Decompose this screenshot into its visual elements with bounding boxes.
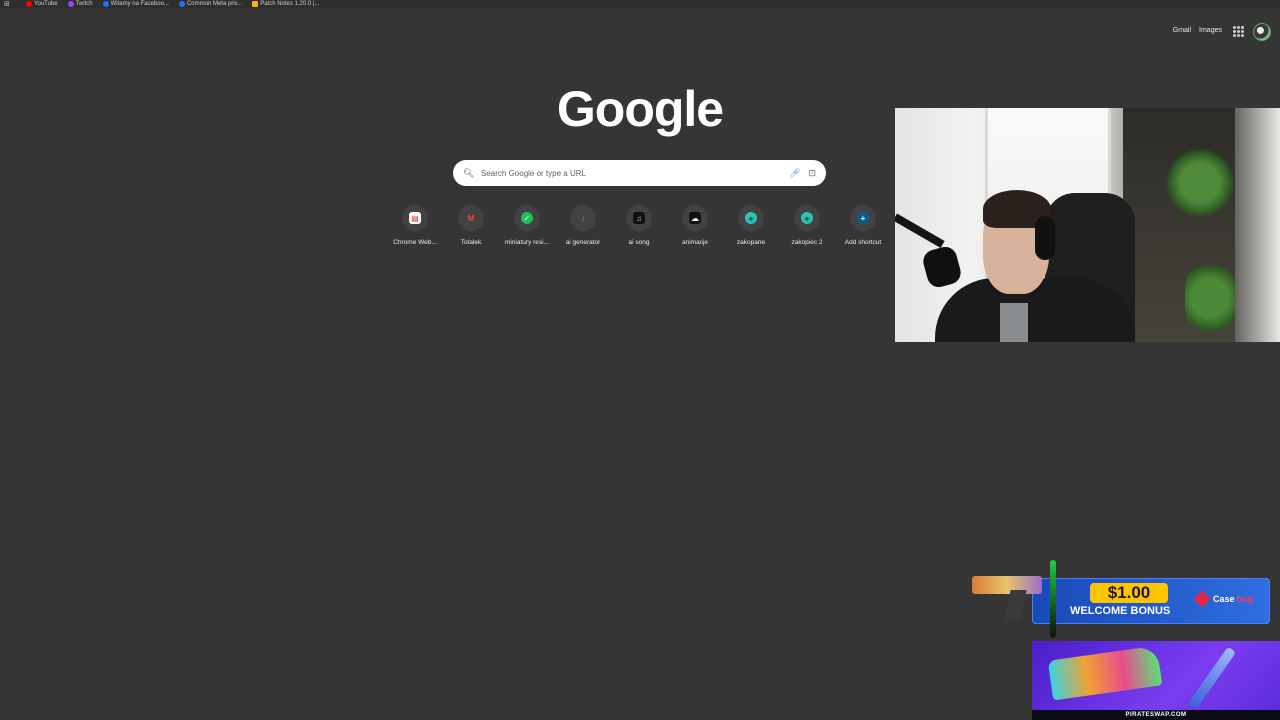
pistol-grip-image: [1005, 590, 1027, 620]
shortcut-item[interactable]: ✓ miniatury resi...: [499, 205, 555, 246]
webcam-plant: [1165, 148, 1235, 218]
shortcut-item[interactable]: + Add shortcut: [835, 205, 891, 246]
shortcut-label: ai generator: [565, 239, 601, 246]
search-box[interactable]: 🔍︎ 🎤︎ ⊡: [453, 160, 826, 186]
bookmarks-bar: ⊞ YouTube Twitch Witamy na Faceboo... Co…: [0, 0, 1280, 8]
shortcut-label: zakopane: [736, 239, 766, 246]
shortcut-label: ai song: [628, 239, 650, 246]
shortcut-item[interactable]: ● zakopiec 2: [779, 205, 835, 246]
casehug-logo: Case hug: [1193, 590, 1254, 608]
shortcut-label: Chrome Web...: [393, 239, 437, 246]
casehug-mark-icon: [1193, 590, 1211, 608]
patch-notes-icon: [252, 1, 259, 7]
shortcut-item[interactable]: ● zakopane: [723, 205, 779, 246]
music-app-icon: ♫: [633, 212, 645, 224]
chrome-web-store-icon: ▤: [409, 212, 421, 224]
shortcuts-grid: ▤ Chrome Web... M Totalek ✓ miniatury resi...…: [387, 205, 891, 246]
music-note-icon: ♪: [581, 213, 585, 223]
casehug-promo-banner[interactable]: $1.00 WELCOME BONUS Case hug: [970, 560, 1270, 640]
promo-domain: PIRATESWAP.COM: [1032, 710, 1280, 720]
bookmark-youtube[interactable]: YouTube: [26, 1, 58, 7]
shortcut-tile: M: [458, 205, 484, 231]
checkmark-icon: ✓: [521, 212, 533, 224]
bookmark-patch-notes[interactable]: Patch Notes 1.20.0 |...: [252, 1, 319, 7]
webcam-overlay: [895, 108, 1280, 342]
microphone-icon[interactable]: 🎤︎: [789, 168, 800, 179]
bookmark-label: Patch Notes 1.20.0 |...: [260, 1, 320, 7]
pistol-skin-image: [1047, 645, 1163, 701]
shortcut-tile: ●: [738, 205, 764, 231]
shortcut-label: Add shortcut: [844, 239, 882, 246]
webcam-plant: [1185, 258, 1235, 338]
twitch-icon: [67, 1, 74, 7]
knife-skin-image: [1050, 560, 1056, 638]
apps-shortcut-icon[interactable]: ⊞: [4, 0, 16, 8]
shortcut-tile: +: [850, 205, 876, 231]
bookmark-facebook[interactable]: Witamy na Faceboo...: [102, 1, 169, 7]
browser-new-tab-page: ⊞ YouTube Twitch Witamy na Faceboo... Co…: [0, 0, 1280, 720]
shortcut-tile: ▤: [402, 205, 428, 231]
webcam-headset: [1035, 216, 1055, 260]
gmail-icon: M: [467, 213, 475, 223]
search-input[interactable]: [477, 168, 782, 178]
brand-text: Case: [1213, 594, 1235, 604]
account-avatar[interactable]: [1253, 23, 1271, 41]
gmail-link[interactable]: Gmail: [1173, 27, 1191, 34]
google-logo: Google: [556, 81, 724, 137]
pirateswap-promo-banner[interactable]: PIRATESWAP.COM: [1032, 641, 1280, 720]
bookmark-label: Common Meta priv...: [186, 1, 243, 7]
shortcut-item[interactable]: M Totalek: [443, 205, 499, 246]
header-links: Gmail Images: [1173, 27, 1222, 34]
shortcut-item[interactable]: ♫ ai song: [611, 205, 667, 246]
google-apps-icon[interactable]: [1233, 26, 1244, 37]
shortcut-label: miniatury resi...: [504, 239, 550, 246]
shortcut-tile: ●: [794, 205, 820, 231]
brand-accent-text: hug: [1236, 594, 1254, 604]
pistol-skin-image: [972, 576, 1042, 594]
webcam-microphone: [920, 244, 964, 290]
shortcut-tile: ♫: [626, 205, 652, 231]
knife-skin-image: [1187, 646, 1237, 710]
bookmark-label: YouTube: [34, 1, 58, 7]
camera-lens-icon[interactable]: ⊡: [808, 168, 816, 179]
cloud-icon: ☁: [689, 212, 701, 224]
shortcut-tile: ✓: [514, 205, 540, 231]
shortcut-tile: ☁: [682, 205, 708, 231]
shortcut-item[interactable]: ▤ Chrome Web...: [387, 205, 443, 246]
shortcut-label: animacje: [681, 239, 708, 246]
search-icon: 🔍︎: [463, 167, 475, 178]
cam-icon: ●: [801, 212, 813, 224]
shortcut-label: zakopiec 2: [791, 239, 823, 246]
webcam-person-shirt: [1000, 303, 1028, 342]
bookmark-common-meta[interactable]: Common Meta priv...: [178, 1, 243, 7]
cam-icon: ●: [745, 212, 757, 224]
bookmark-label: Witamy na Faceboo...: [110, 1, 169, 7]
facebook-icon: [102, 1, 109, 7]
shortcut-item[interactable]: ☁ animacje: [667, 205, 723, 246]
images-link[interactable]: Images: [1199, 27, 1222, 34]
facebook-icon: [178, 1, 185, 7]
bookmark-twitch[interactable]: Twitch: [67, 1, 93, 7]
shortcut-item[interactable]: ♪ ai generator: [555, 205, 611, 246]
shortcut-label: Totalek: [460, 239, 482, 246]
promo-headline: WELCOME BONUS: [1070, 605, 1171, 617]
shortcut-tile: ♪: [570, 205, 596, 231]
webcam-mic-arm: [895, 213, 945, 248]
plus-icon: +: [857, 212, 869, 224]
youtube-icon: [26, 1, 32, 7]
promo-amount: $1.00: [1090, 583, 1168, 603]
bookmark-label: Twitch: [75, 1, 93, 7]
